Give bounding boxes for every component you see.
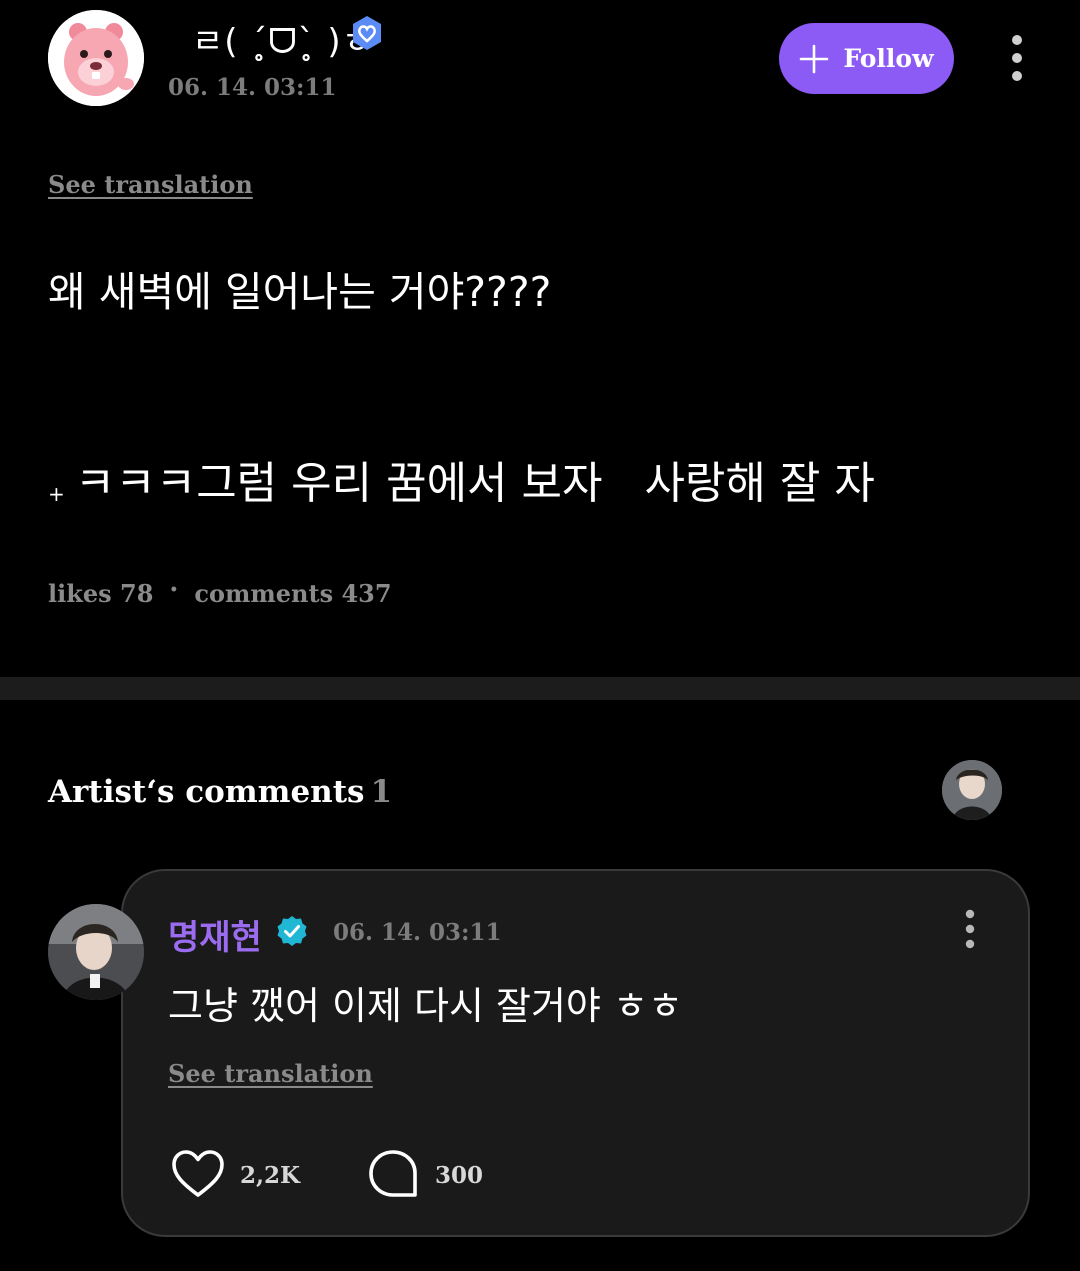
artist-photo-small: [942, 760, 1002, 820]
verified-badge-icon: [353, 16, 381, 50]
artist-comments-title: Artist‘s comments: [48, 774, 365, 810]
verified-check-icon: [277, 916, 307, 946]
comments-count[interactable]: comments 437: [194, 579, 391, 608]
post-text-line-1: 왜 새벽에 일어나는 거야????: [48, 268, 552, 316]
comment-see-translation-link[interactable]: See translation: [168, 1059, 373, 1088]
reply-count: 300: [435, 1162, 484, 1189]
plus-icon: [800, 44, 829, 73]
beaver-avatar-image: [48, 10, 144, 106]
artist-comments-count: 1: [370, 774, 393, 810]
commenter-photo: [48, 904, 144, 1000]
follow-label: Follow: [843, 44, 934, 73]
comment-timestamp: 06. 14. 03:11: [333, 919, 502, 946]
artist-comments-heading: Artist‘s comments 1: [48, 774, 392, 810]
likes-count[interactable]: likes 78: [48, 579, 153, 608]
like-count: 2,2K: [240, 1162, 301, 1189]
stats-separator: •: [169, 582, 179, 598]
post-text-line-2: + ㅋㅋㅋ그럼 우리 꿈에서 보자 사랑해 잘 자: [48, 447, 875, 511]
artist-avatar-small[interactable]: [942, 760, 1002, 820]
post-text-prefix: +: [48, 481, 65, 506]
commenter-avatar[interactable]: [48, 904, 144, 1000]
follow-button[interactable]: Follow: [779, 23, 954, 94]
more-vertical-icon[interactable]: [1004, 33, 1030, 83]
post-stats: likes 78 • comments 437: [48, 579, 392, 608]
comment-more-icon[interactable]: [959, 908, 981, 950]
author-avatar[interactable]: [48, 10, 144, 106]
post-text-line-2-body: ㅋㅋㅋ그럼 우리 꿈에서 보자 사랑해 잘 자: [74, 458, 875, 509]
comment-text: 그냥 깼어 이제 다시 잘거야 ㅎㅎ: [168, 984, 683, 1028]
heart-outline-icon[interactable]: [170, 1148, 226, 1200]
see-translation-link[interactable]: See translation: [48, 170, 253, 199]
author-name[interactable]: ㄹ( ˊ̥̥ᗜˋ̥̥ )ㅎ: [192, 14, 374, 63]
section-divider: [0, 677, 1080, 700]
post-timestamp: 06. 14. 03:11: [168, 74, 337, 101]
speech-bubble-icon[interactable]: [367, 1148, 419, 1200]
commenter-name[interactable]: 명재현: [168, 910, 262, 959]
